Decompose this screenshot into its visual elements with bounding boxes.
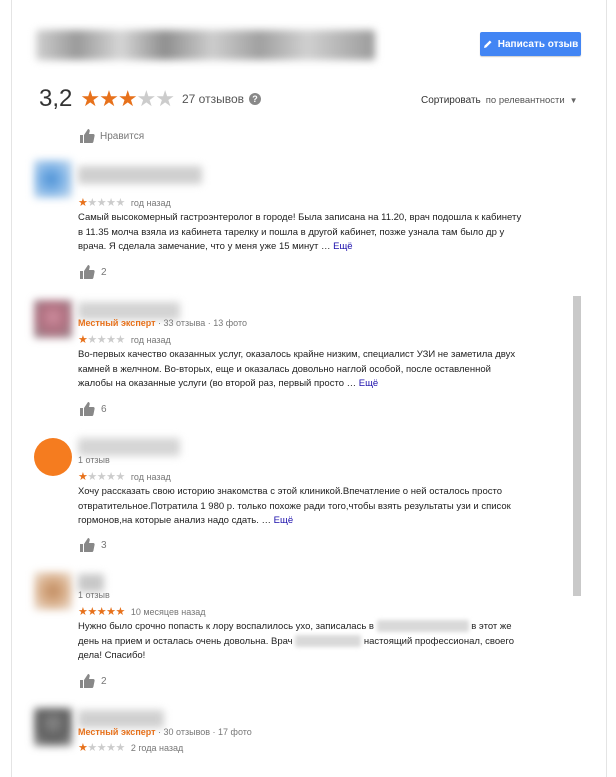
like-button[interactable]: 2: [79, 264, 107, 280]
review-text: Хочу рассказать свою историю знакомства …: [78, 485, 524, 529]
thumbs-up-icon: [80, 265, 95, 279]
review-body: Хочу рассказать свою историю знакомства …: [78, 486, 511, 526]
write-review-label: Написать отзыв: [497, 38, 579, 50]
rating-stars: ★★★★★: [80, 86, 175, 111]
like-button[interactable]: 2: [79, 673, 107, 689]
reviewer-name-redacted[interactable]: [78, 438, 180, 456]
review-stars: ★ ★★★★ год назад: [78, 197, 171, 209]
reviewer-meta: Местный эксперт · 33 отзыва · 13 фото: [78, 318, 247, 328]
redacted-clinic-name: [376, 620, 469, 633]
sort-value: по релевантности: [485, 95, 565, 106]
like-button[interactable]: 6: [79, 401, 107, 417]
more-link[interactable]: Ещё: [359, 378, 378, 389]
local-guide-badge[interactable]: Местный эксперт: [78, 727, 156, 737]
review-date: год назад: [130, 334, 171, 345]
thumbs-up-icon: [80, 674, 95, 688]
avatar[interactable]: [34, 300, 72, 338]
like-button[interactable]: 3: [79, 537, 107, 553]
like-count: 2: [101, 675, 107, 687]
review-text: Самый высокомерный гастроэнтеролог в гор…: [78, 211, 524, 255]
like-count: 3: [101, 539, 107, 551]
sort-label: Сортировать: [421, 95, 481, 106]
more-link[interactable]: Ещё: [333, 241, 352, 252]
reviewer-meta: 1 отзыв: [78, 590, 110, 600]
review-body: Нужно было срочно попасть к лору воспали…: [78, 621, 374, 632]
info-icon[interactable]: ?: [249, 93, 262, 105]
reviewer-meta: Местный эксперт · 30 отзывов · 17 фото: [78, 727, 252, 737]
reviewer-stats: · 33 отзыва · 13 фото: [155, 318, 248, 328]
business-name-redacted: [36, 30, 375, 60]
like-count: 2: [101, 266, 107, 278]
thumbs-up-icon: [80, 129, 95, 143]
reviewer-stats: · 30 отзывов · 17 фото: [155, 727, 252, 737]
avatar[interactable]: [34, 708, 72, 746]
like-label: Нравится: [100, 130, 145, 142]
review-stars: ★ ★★★★ год назад: [78, 471, 171, 483]
reviews-panel: Написать отзыв 3,2 ★★★★★ 27 отзывов ? Со…: [11, 0, 607, 777]
local-guide-badge[interactable]: Местный эксперт: [78, 318, 156, 328]
pencil-icon: [483, 40, 492, 48]
review-date: год назад: [130, 197, 171, 208]
review-body: Во-первых качество оказанных услуг, оказ…: [78, 349, 516, 389]
scrollbar[interactable]: [573, 296, 581, 596]
sort-control[interactable]: Сортировать по релевантности ▼: [421, 95, 578, 106]
avatar[interactable]: [34, 438, 72, 476]
caret-down-icon: ▼: [569, 96, 578, 105]
like-count: 6: [101, 403, 107, 415]
review-stars: ★★★★★ 10 месяцев назад: [78, 606, 206, 618]
reviewer-name-redacted[interactable]: [78, 166, 202, 184]
reviewer-name-redacted[interactable]: [78, 710, 164, 728]
write-review-button[interactable]: Написать отзыв: [480, 32, 581, 56]
avatar[interactable]: [34, 160, 72, 198]
review-text: Во-первых качество оказанных услуг, оказ…: [78, 348, 524, 392]
reviews-count[interactable]: 27 отзывов: [182, 92, 244, 106]
like-button[interactable]: Нравится: [79, 128, 144, 144]
review-date: 10 месяцев назад: [130, 606, 206, 617]
thumbs-up-icon: [80, 538, 95, 552]
review-body: Самый высокомерный гастроэнтеролог в гор…: [78, 212, 522, 252]
redacted-doctor-name: [295, 634, 362, 647]
review-text: Нужно было срочно попасть к лору воспали…: [78, 620, 524, 664]
avatar[interactable]: [34, 572, 72, 610]
thumbs-up-icon: [80, 402, 95, 416]
average-rating: 3,2: [39, 85, 73, 112]
reviewer-meta: 1 отзыв: [78, 455, 110, 465]
rating-summary: 3,2 ★★★★★ 27 отзывов ?: [39, 84, 262, 114]
review-date: год назад: [130, 471, 171, 482]
review-stars: ★ ★★★★ год назад: [78, 334, 171, 346]
review-date: 2 года назад: [130, 742, 184, 753]
review-stars: ★ ★★★★ 2 года назад: [78, 742, 184, 754]
more-link[interactable]: Ещё: [274, 515, 293, 526]
